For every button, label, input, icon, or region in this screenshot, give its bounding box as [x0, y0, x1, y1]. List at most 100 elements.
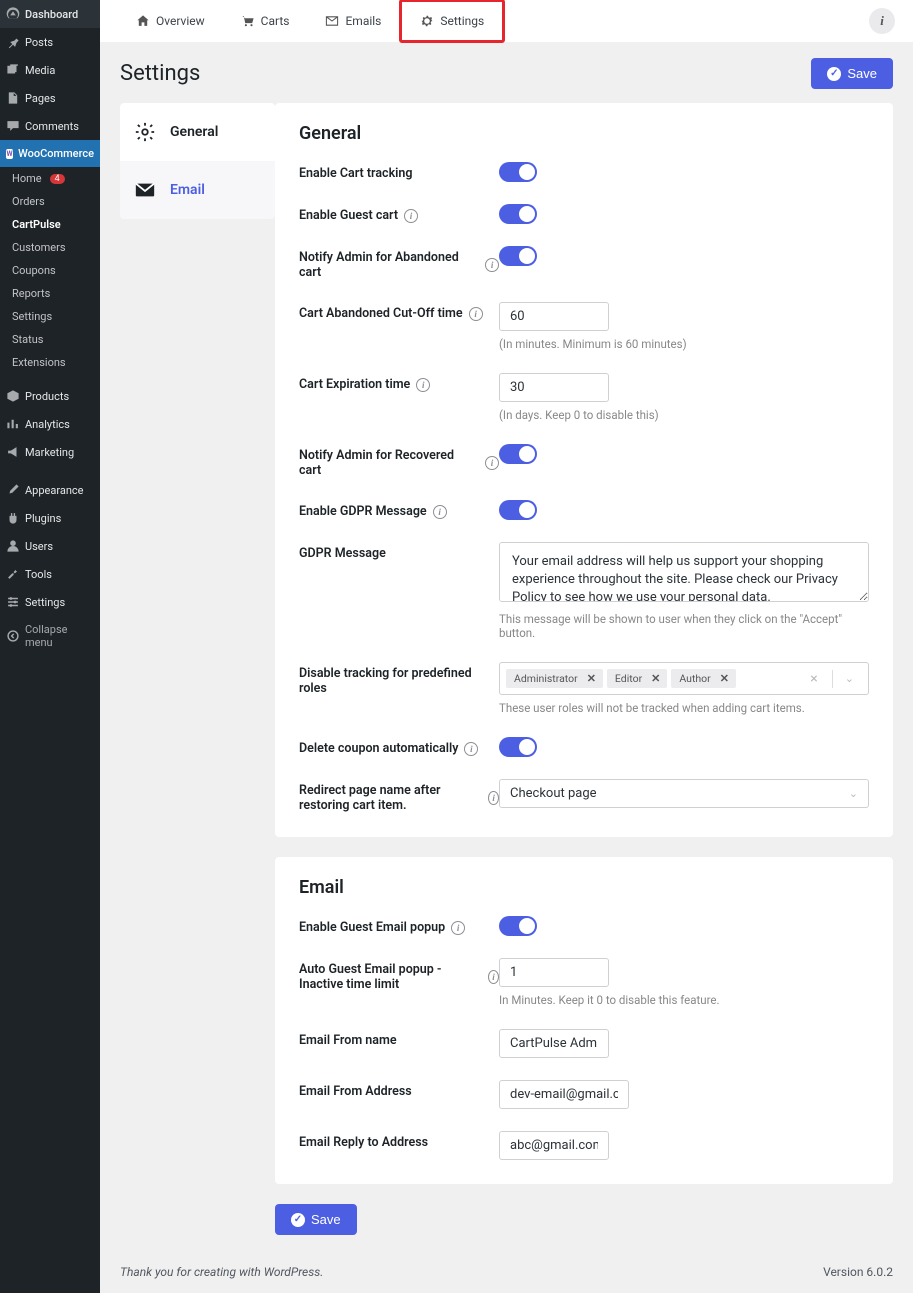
- check-icon: ✓: [291, 1213, 305, 1227]
- textarea-gdpr[interactable]: Your email address will help us support …: [499, 542, 869, 602]
- info-icon[interactable]: i: [485, 258, 499, 272]
- input-from-name[interactable]: [499, 1029, 609, 1058]
- sidebar-posts[interactable]: Posts: [0, 28, 100, 56]
- tab-overview[interactable]: Overview: [118, 0, 223, 43]
- label-from-name: Email From name: [299, 1029, 499, 1048]
- tag-remove[interactable]: ✕: [717, 672, 732, 685]
- save-button-bottom[interactable]: ✓ Save: [275, 1204, 357, 1235]
- toggle-enable-guest[interactable]: [499, 204, 537, 224]
- chevron-down-icon: ⌄: [849, 787, 858, 800]
- sidebar-label: Pages: [25, 92, 56, 105]
- label-enable-popup: Enable Guest Email popup: [299, 920, 445, 935]
- admin-sidebar: Dashboard Posts Media Pages Comments: [0, 0, 100, 1293]
- info-icon[interactable]: i: [488, 791, 499, 805]
- side-tab-email[interactable]: Email: [120, 161, 275, 219]
- tag-remove[interactable]: ✕: [648, 672, 663, 685]
- gear-icon: [420, 14, 434, 28]
- sidebar-analytics[interactable]: Analytics: [0, 410, 100, 438]
- sliders-icon: [6, 595, 20, 609]
- sidebar-plugins[interactable]: Plugins: [0, 504, 100, 532]
- info-icon[interactable]: i: [451, 921, 465, 935]
- sidebar-label: Analytics: [25, 418, 70, 431]
- input-inactive[interactable]: [499, 958, 609, 987]
- top-tabs: Overview Carts Emails Settings: [118, 0, 505, 43]
- submenu-reports[interactable]: Reports: [0, 282, 100, 305]
- footer-version: Version 6.0.2: [823, 1265, 893, 1279]
- info-icon[interactable]: i: [485, 456, 499, 470]
- info-icon[interactable]: i: [488, 970, 499, 984]
- sidebar-appearance[interactable]: Appearance: [0, 476, 100, 504]
- sidebar-marketing[interactable]: Marketing: [0, 438, 100, 466]
- submenu-status[interactable]: Status: [0, 328, 100, 351]
- select-redirect[interactable]: Checkout page ⌄: [499, 779, 869, 808]
- label-inactive: Auto Guest Email popup - Inactive time l…: [299, 962, 482, 992]
- content: Settings ✓ Save General Email: [100, 42, 913, 1251]
- submenu-coupons[interactable]: Coupons: [0, 259, 100, 282]
- user-icon: [6, 539, 20, 553]
- label-enable-tracking: Enable Cart tracking: [299, 162, 499, 181]
- label-notify-recovered: Notify Admin for Recovered cart: [299, 448, 479, 478]
- toggle-enable-popup[interactable]: [499, 916, 537, 936]
- sidebar-collapse[interactable]: Collapse menu: [0, 616, 100, 656]
- submenu-label: Home: [12, 172, 42, 185]
- sidebar-products[interactable]: Products: [0, 382, 100, 410]
- sidebar-users[interactable]: Users: [0, 532, 100, 560]
- multiselect-roles[interactable]: Administrator✕ Editor✕ Author✕ × ⌄: [499, 662, 869, 695]
- toggle-notify-recovered[interactable]: [499, 444, 537, 464]
- input-expiration[interactable]: [499, 373, 609, 402]
- sidebar-label: Dashboard: [25, 8, 78, 21]
- submenu-orders[interactable]: Orders: [0, 190, 100, 213]
- hint-roles: These user roles will not be tracked whe…: [499, 701, 869, 715]
- info-icon[interactable]: i: [433, 505, 447, 519]
- sidebar-settings[interactable]: Settings: [0, 588, 100, 616]
- tag-remove[interactable]: ✕: [584, 672, 599, 685]
- sidebar-dashboard[interactable]: Dashboard: [0, 0, 100, 28]
- sidebar-tools[interactable]: Tools: [0, 560, 100, 588]
- info-icon[interactable]: i: [416, 378, 430, 392]
- submenu-home[interactable]: Home 4: [0, 167, 100, 190]
- submenu-extensions[interactable]: Extensions: [0, 351, 100, 374]
- tab-carts[interactable]: Carts: [223, 0, 308, 43]
- chevron-down-icon[interactable]: ⌄: [837, 672, 862, 685]
- sidebar-label: Tools: [25, 568, 52, 581]
- label-enable-guest: Enable Guest cart: [299, 208, 398, 223]
- sidebar-label: Posts: [25, 36, 53, 49]
- top-bar: Overview Carts Emails Settings i: [100, 0, 913, 42]
- main-area: Overview Carts Emails Settings i: [100, 0, 913, 1293]
- info-icon[interactable]: i: [464, 742, 478, 756]
- side-tab-general[interactable]: General: [120, 103, 275, 161]
- hint-gdpr: This message will be shown to user when …: [499, 612, 869, 640]
- sidebar-label: Products: [25, 390, 69, 403]
- tab-emails[interactable]: Emails: [307, 0, 399, 43]
- sidebar-label: Comments: [25, 120, 79, 133]
- info-icon[interactable]: i: [404, 209, 418, 223]
- input-reply[interactable]: [499, 1131, 609, 1160]
- mail-icon: [325, 14, 339, 28]
- toggle-delete-coupon[interactable]: [499, 737, 537, 757]
- sidebar-woocommerce[interactable]: W WooCommerce: [0, 140, 100, 167]
- clear-all-icon[interactable]: ×: [800, 671, 827, 687]
- toggle-enable-tracking[interactable]: [499, 162, 537, 182]
- submenu-settings[interactable]: Settings: [0, 305, 100, 328]
- label-disable-roles: Disable tracking for predefined roles: [299, 662, 499, 696]
- label-redirect: Redirect page name after restoring cart …: [299, 783, 482, 813]
- sidebar-media[interactable]: Media: [0, 56, 100, 84]
- submenu-cartpulse[interactable]: CartPulse: [0, 213, 100, 236]
- save-button-top[interactable]: ✓ Save: [811, 58, 893, 89]
- input-from-addr[interactable]: [499, 1080, 629, 1109]
- toggle-enable-gdpr[interactable]: [499, 500, 537, 520]
- submenu-customers[interactable]: Customers: [0, 236, 100, 259]
- box-icon: [6, 389, 20, 403]
- info-icon[interactable]: i: [469, 307, 483, 321]
- tab-settings[interactable]: Settings: [399, 0, 505, 43]
- label-notify-abandoned: Notify Admin for Abandoned cart: [299, 250, 479, 280]
- input-cutoff[interactable]: [499, 302, 609, 331]
- sidebar-pages[interactable]: Pages: [0, 84, 100, 112]
- sidebar-comments[interactable]: Comments: [0, 112, 100, 140]
- panel-email: Email Enable Guest Email popupi Auto Gue…: [275, 857, 893, 1184]
- page-title: Settings: [120, 61, 200, 86]
- toggle-notify-abandoned[interactable]: [499, 246, 537, 266]
- megaphone-icon: [6, 445, 20, 459]
- info-button[interactable]: i: [869, 8, 895, 34]
- tag-role: Administrator✕: [506, 669, 603, 688]
